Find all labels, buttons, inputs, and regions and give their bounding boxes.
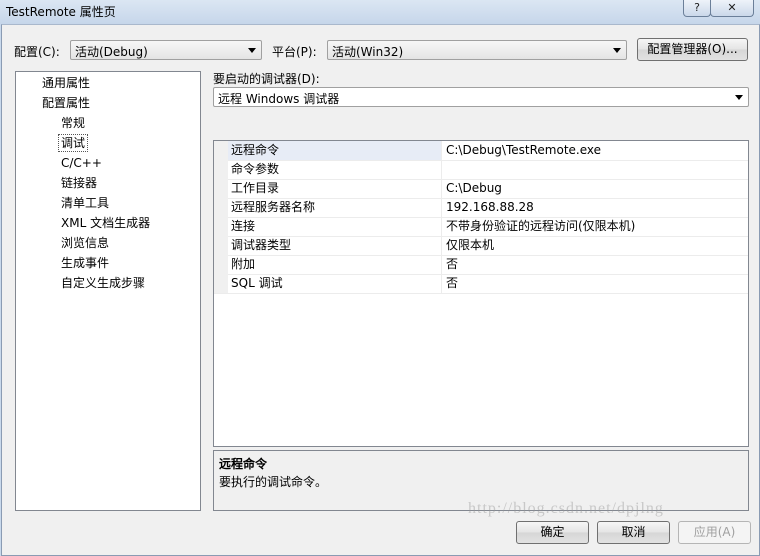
property-row[interactable]: 远程服务器名称 192.168.88.28 — [214, 198, 748, 218]
tree-item-config-properties[interactable]: 配置属性 — [40, 95, 92, 111]
property-row[interactable]: 连接 不带身份验证的远程访问(仅限本机) — [214, 217, 748, 237]
property-value[interactable]: 192.168.88.28 — [446, 198, 534, 217]
debugger-select[interactable]: 远程 Windows 调试器 — [213, 87, 749, 107]
property-row[interactable]: 调试器类型 仅限本机 — [214, 236, 748, 256]
config-manager-button[interactable]: 配置管理器(O)... — [637, 38, 748, 61]
property-row[interactable]: SQL 调试 否 — [214, 274, 748, 294]
config-select[interactable]: 活动(Debug) — [70, 40, 262, 60]
property-value[interactable]: C:\Debug — [446, 179, 502, 198]
platform-select[interactable]: 活动(Win32) — [327, 40, 627, 60]
config-label: 配置(C): — [14, 45, 60, 59]
tree-item-general[interactable]: 常规 — [59, 115, 87, 131]
tree-item-xml-doc-generator[interactable]: XML 文档生成器 — [59, 215, 152, 231]
property-grid: 远程命令 C:\Debug\TestRemote.exe 命令参数 工作目录 C… — [213, 140, 749, 447]
property-row[interactable]: 附加 否 — [214, 255, 748, 275]
property-name: 连接 — [228, 217, 442, 236]
description-panel: 远程命令 要执行的调试命令。 — [213, 450, 749, 511]
platform-label: 平台(P): — [272, 45, 317, 59]
property-row[interactable]: 命令参数 — [214, 160, 748, 180]
config-select-value: 活动(Debug) — [75, 45, 148, 59]
ok-button[interactable]: 确定 — [516, 521, 589, 544]
close-button[interactable]: ✕ — [710, 0, 754, 17]
apply-button[interactable]: 应用(A) — [678, 521, 751, 544]
property-row[interactable]: 工作目录 C:\Debug — [214, 179, 748, 199]
property-tree: 通用属性 配置属性 常规 调试 C/C++ 链接器 清单工具 XML 文档生成器… — [15, 71, 201, 511]
cancel-button[interactable]: 取消 — [597, 521, 670, 544]
platform-select-value: 活动(Win32) — [332, 45, 404, 59]
property-name: 远程服务器名称 — [228, 198, 442, 217]
property-name: 工作目录 — [228, 179, 442, 198]
description-title: 远程命令 — [219, 457, 268, 471]
tree-item-linker[interactable]: 链接器 — [59, 175, 99, 191]
chevron-down-icon — [248, 48, 256, 53]
property-value[interactable]: 否 — [446, 274, 458, 293]
property-name: SQL 调试 — [228, 274, 442, 293]
property-value[interactable]: C:\Debug\TestRemote.exe — [446, 141, 601, 160]
tree-item-custom-build-step[interactable]: 自定义生成步骤 — [59, 275, 147, 291]
tree-item-debugging[interactable]: 调试 — [58, 134, 89, 152]
tree-item-browse-info[interactable]: 浏览信息 — [59, 235, 111, 251]
property-value[interactable]: 否 — [446, 255, 458, 274]
window-title: TestRemote 属性页 — [6, 5, 116, 19]
tree-item-common-properties[interactable]: 通用属性 — [40, 75, 92, 91]
property-name: 附加 — [228, 255, 442, 274]
property-value[interactable]: 不带身份验证的远程访问(仅限本机) — [446, 217, 635, 236]
tree-item-cpp[interactable]: C/C++ — [59, 155, 104, 171]
description-text: 要执行的调试命令。 — [219, 475, 328, 489]
chevron-down-icon — [735, 95, 743, 100]
tree-item-build-events[interactable]: 生成事件 — [59, 255, 111, 271]
property-row[interactable]: 远程命令 C:\Debug\TestRemote.exe — [214, 141, 748, 161]
chevron-down-icon — [613, 48, 621, 53]
debugger-select-value: 远程 Windows 调试器 — [218, 92, 340, 106]
dialog-client-area: 配置(C): 活动(Debug) 平台(P): 活动(Win32) 配置管理器(… — [1, 24, 760, 556]
debugger-label: 要启动的调试器(D): — [213, 72, 320, 86]
property-value[interactable]: 仅限本机 — [446, 236, 494, 255]
property-name: 命令参数 — [228, 160, 442, 179]
tree-item-manifest-tool[interactable]: 清单工具 — [59, 195, 111, 211]
title-bar: TestRemote 属性页 ? ✕ — [0, 0, 760, 24]
property-name: 调试器类型 — [228, 236, 442, 255]
help-button[interactable]: ? — [683, 0, 711, 17]
property-name: 远程命令 — [228, 141, 442, 160]
